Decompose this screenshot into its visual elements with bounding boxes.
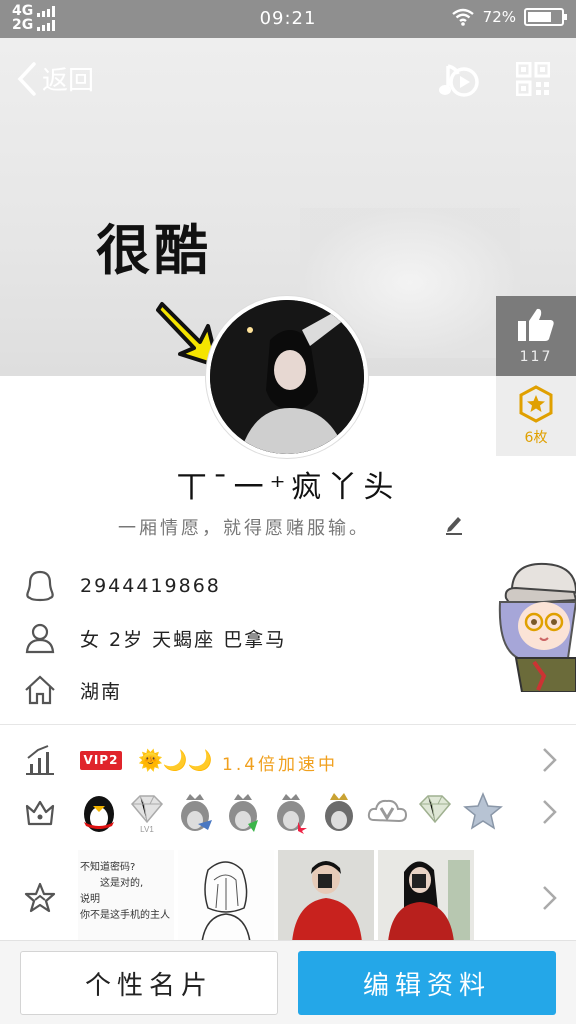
like-count: 117 [519,349,553,365]
qq-number: 2944419868 [80,575,221,597]
profile-card-button[interactable]: 个性名片 [20,951,278,1015]
avatar[interactable] [206,296,368,458]
speed-text: 1.4倍加速中 [222,755,339,775]
chevron-right-icon [543,886,557,910]
photo-wall: 不知道密码? 这是对的, 说明 你不是这手机的主人 [78,850,474,942]
divider [0,724,576,725]
cover-caption: 很酷 [96,218,212,282]
avatar-photo [210,300,364,454]
qq-number-row[interactable]: 2944419868 [0,562,500,610]
photo-note[interactable]: 不知道密码? 这是对的, 说明 你不是这手机的主人 [78,850,174,942]
vip-badge: VIP2 [80,751,122,770]
cloud-v-badge-icon [367,799,408,823]
signature: 一厢情愿，就得愿赌服输。 [118,518,370,539]
penguin-green-badge-icon [229,794,258,832]
person-icon [25,623,55,654]
note-line: 这是对的, [100,878,144,889]
photo-sketch[interactable] [178,850,274,942]
pencil-icon[interactable] [444,513,464,535]
back-button[interactable]: 返回 [16,60,94,97]
medal-wall-button[interactable]: 6枚 [496,376,576,456]
photo-boy[interactable] [278,850,374,942]
speed-icons: 🌞🌙🌙 [138,748,213,772]
home-icon [25,675,55,705]
status-bar: 4G 2G 09:21 72% [0,0,576,38]
penguin-gold-badge-icon [325,793,353,831]
battery-percent: 72% [482,8,516,26]
growth-chart-icon [26,745,54,775]
basic-info: 女 2岁 天蝎座 巴拿马 [80,628,287,651]
mascot-sticker [498,562,576,692]
note-line: 不知道密码? [80,862,136,873]
medal-count: 6枚 [524,430,548,446]
basic-info-row[interactable]: 女 2岁 天蝎座 巴拿马 [0,614,500,662]
location-row[interactable]: 湖南 [0,666,500,714]
chevron-right-icon [543,800,557,824]
qr-code-icon[interactable] [516,62,550,96]
back-label: 返回 [42,66,95,96]
crown-icon [25,800,55,826]
medal-icon [519,385,553,423]
thumbs-up-icon [518,308,554,341]
photo-girl[interactable] [378,850,474,942]
badge-list: LV1 [78,790,504,834]
nickname: 丅ˉ一⁺疯丫头 [176,470,400,505]
edit-profile-button[interactable]: 编辑资料 [298,951,556,1015]
diamond-badge-icon: LV1 [130,795,164,834]
star-outline-icon [24,882,56,913]
penguin-badge-icon [84,796,114,832]
music-play-icon[interactable] [438,60,480,100]
chevron-right-icon [543,748,557,772]
penguin-star-badge-icon [277,794,307,834]
like-button[interactable]: 117 [496,296,576,376]
battery-icon [524,8,567,26]
penguin-crown-badge-icon [181,794,212,831]
svg-text:LV1: LV1 [140,825,154,834]
note-line: 说明 [80,894,100,905]
location: 湖南 [80,680,123,703]
bottom-bar: 个性名片 编辑资料 [0,940,576,1024]
wifi-icon [451,8,474,26]
note-line: 你不是这手机的主人 [80,910,170,921]
penguin-icon [26,570,54,602]
star-badge-icon [463,792,503,830]
green-diamond-badge-icon [418,795,452,824]
chevron-left-icon [17,61,36,96]
